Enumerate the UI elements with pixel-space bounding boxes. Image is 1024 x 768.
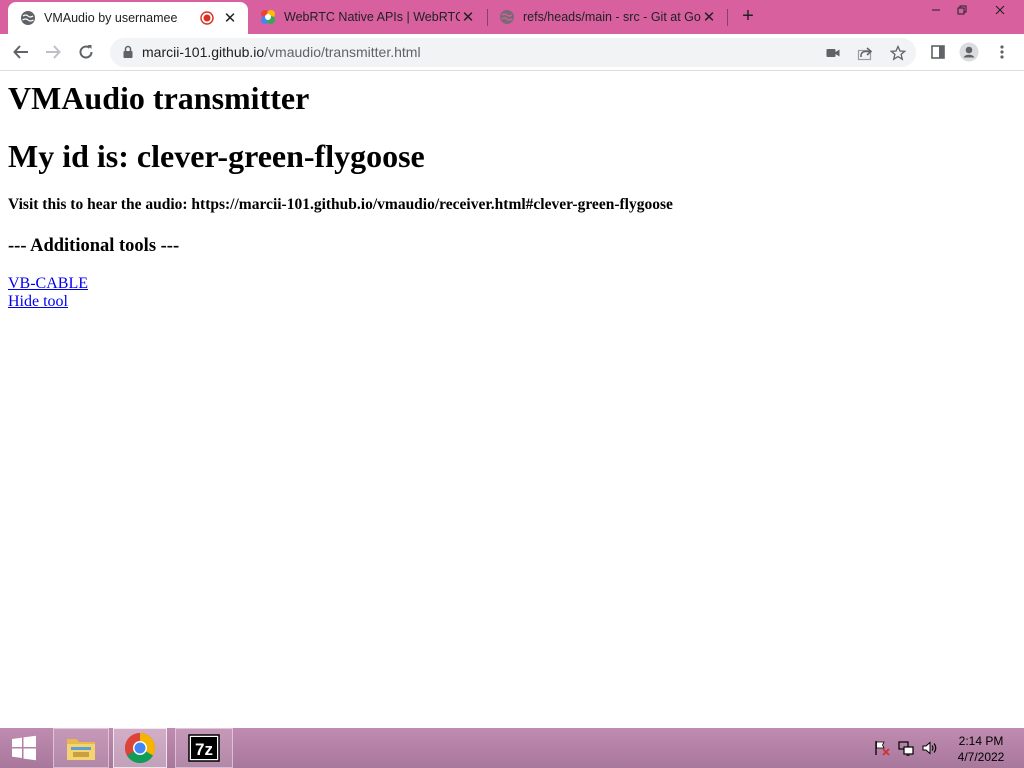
tab-title: WebRTC Native APIs | WebRTC bbox=[284, 10, 460, 24]
svg-text:7z: 7z bbox=[195, 740, 213, 759]
tab-separator bbox=[727, 9, 728, 26]
url-host: marcii-101.github.io bbox=[142, 44, 265, 60]
windows-logo-icon bbox=[12, 735, 36, 761]
back-button[interactable] bbox=[9, 40, 33, 64]
tab-vmaudio[interactable]: VMAudio by usernamee ✕ bbox=[8, 2, 248, 34]
new-tab-button[interactable]: + bbox=[737, 6, 759, 28]
url-text[interactable]: marcii-101.github.io/vmaudio/transmitter… bbox=[142, 44, 421, 60]
recording-icon bbox=[200, 11, 214, 25]
close-tab-icon[interactable]: ✕ bbox=[460, 9, 476, 26]
forward-button[interactable] bbox=[41, 40, 65, 64]
folder-icon bbox=[67, 739, 95, 760]
tab-strip: VMAudio by usernamee ✕ WebRTC Native API… bbox=[0, 0, 1024, 34]
reload-icon bbox=[79, 45, 93, 59]
tab-title: refs/heads/main - src - Git at Goo bbox=[523, 10, 701, 24]
taskbar-7zip[interactable]: 7z bbox=[175, 728, 233, 768]
taskbar-chrome[interactable] bbox=[113, 728, 167, 768]
webrtc-icon bbox=[260, 9, 276, 25]
taskbar: 7z 2:14 PM 4/7/2022 bbox=[0, 728, 1024, 768]
taskbar-clock[interactable]: 2:14 PM 4/7/2022 bbox=[944, 733, 1018, 765]
clock-date: 4/7/2022 bbox=[957, 750, 1005, 764]
taskbar-file-explorer[interactable] bbox=[53, 728, 109, 768]
camera-icon[interactable] bbox=[823, 43, 843, 63]
start-button[interactable] bbox=[0, 728, 48, 768]
lock-icon[interactable] bbox=[121, 45, 135, 59]
share-icon[interactable] bbox=[855, 43, 875, 63]
arrow-right-icon bbox=[46, 45, 61, 59]
side-panel-icon[interactable] bbox=[928, 42, 948, 62]
profile-avatar-icon[interactable] bbox=[959, 42, 979, 62]
address-bar[interactable]: marcii-101.github.io/vmaudio/transmitter… bbox=[110, 38, 916, 67]
volume-icon[interactable] bbox=[922, 740, 938, 756]
visit-text: Visit this to hear the audio: https://ma… bbox=[8, 196, 673, 213]
action-center-flag-icon[interactable] bbox=[874, 740, 890, 756]
reload-button[interactable] bbox=[74, 40, 98, 64]
browser-toolbar: marcii-101.github.io/vmaudio/transmitter… bbox=[0, 34, 1024, 71]
menu-kebab-icon[interactable] bbox=[992, 42, 1012, 62]
globe-icon bbox=[499, 9, 515, 25]
globe-icon bbox=[20, 10, 36, 26]
clock-time: 2:14 PM bbox=[958, 734, 1004, 748]
tab-webrtc[interactable]: WebRTC Native APIs | WebRTC ✕ bbox=[250, 0, 486, 34]
hide-tool-link[interactable]: Hide tool bbox=[8, 293, 68, 311]
star-icon[interactable] bbox=[888, 43, 908, 63]
tab-separator bbox=[487, 9, 488, 26]
arrow-left-icon bbox=[13, 45, 28, 59]
restore-button[interactable] bbox=[947, 0, 977, 20]
close-window-button[interactable] bbox=[978, 0, 1022, 20]
vb-cable-link[interactable]: VB-CABLE bbox=[8, 275, 88, 293]
url-path: /vmaudio/transmitter.html bbox=[264, 44, 421, 60]
network-icon[interactable] bbox=[898, 740, 914, 756]
page-content: VMAudio transmitter My id is: clever-gre… bbox=[0, 71, 1024, 728]
7zip-icon: 7z bbox=[188, 734, 220, 762]
tab-title: VMAudio by usernamee bbox=[44, 11, 178, 25]
close-tab-icon[interactable]: ✕ bbox=[701, 9, 717, 26]
id-heading: My id is: clever-green-flygoose bbox=[8, 138, 425, 174]
chrome-icon bbox=[124, 733, 156, 764]
close-tab-icon[interactable]: ✕ bbox=[222, 10, 238, 27]
tab-git[interactable]: refs/heads/main - src - Git at Goo ✕ bbox=[489, 0, 727, 34]
tools-heading: --- Additional tools --- bbox=[8, 236, 180, 256]
page-title: VMAudio transmitter bbox=[8, 80, 310, 116]
